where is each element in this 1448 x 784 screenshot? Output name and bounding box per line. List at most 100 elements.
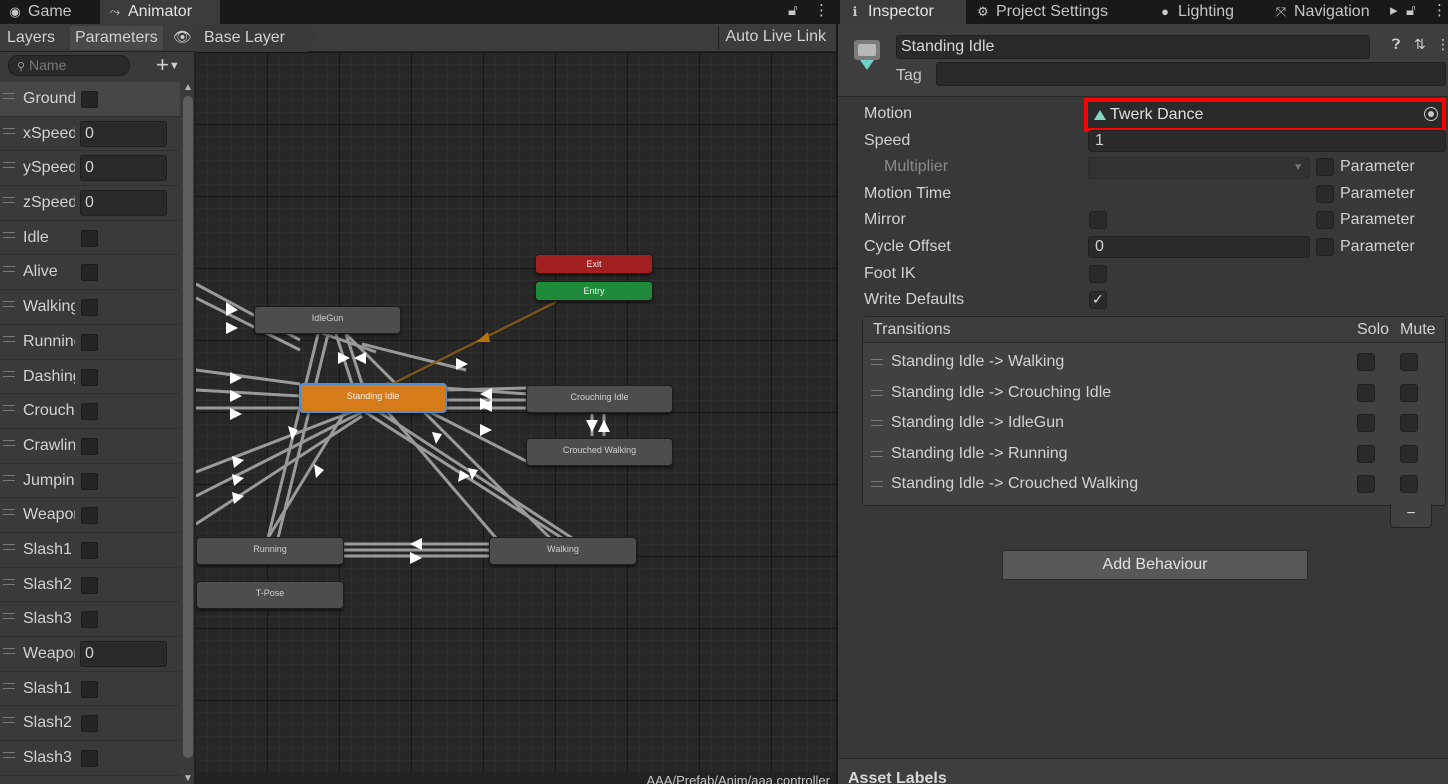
entry-state[interactable]: Entry <box>535 281 653 301</box>
parameter-name[interactable]: Slash2 <box>23 568 75 602</box>
parameter-bool-checkbox[interactable] <box>81 541 98 559</box>
parameter-bool-checkbox[interactable] <box>81 229 98 247</box>
drag-handle-icon[interactable] <box>3 543 15 550</box>
mirror-checkbox[interactable] <box>1089 211 1107 229</box>
add-parameter-button[interactable]: +▼ <box>156 52 180 78</box>
parameter-row[interactable]: Slash1 <box>0 533 180 568</box>
parameter-float-field[interactable]: 0 <box>80 120 167 147</box>
exit-state[interactable]: Exit <box>535 254 653 274</box>
help-icon[interactable]: ❓︎ <box>1392 36 1400 53</box>
drag-handle-icon[interactable] <box>3 93 15 99</box>
parameter-bool-checkbox[interactable] <box>81 715 98 733</box>
lock-icon[interactable]: 🔓︎ <box>1406 0 1416 24</box>
solo-checkbox[interactable] <box>1357 383 1375 402</box>
parameter-name[interactable]: Running <box>23 325 75 359</box>
drag-handle-icon[interactable] <box>3 474 15 481</box>
parameter-name[interactable]: Slash1 <box>23 672 75 706</box>
solo-checkbox[interactable] <box>1357 444 1375 463</box>
breadcrumb[interactable]: Base Layer <box>196 24 318 52</box>
drag-handle-icon[interactable] <box>3 717 15 724</box>
state-machine-graph[interactable]: Exit Entry IdleGun Standing Idle Crouchi… <box>196 52 836 772</box>
parameter-name[interactable]: Slash2 <box>23 706 75 740</box>
parameter-bool-checkbox[interactable] <box>81 368 98 386</box>
parameter-name[interactable]: Weapon <box>23 637 75 671</box>
parameters-tab[interactable]: Parameters <box>70 26 163 50</box>
more-menu-icon[interactable]: ⋮ <box>1436 36 1448 53</box>
transition-row[interactable]: Standing Idle -> IdleGun <box>863 408 1445 438</box>
parameter-name[interactable]: Ground <box>23 82 75 116</box>
tab-lighting[interactable]: ● Lighting <box>1150 0 1260 24</box>
parameter-name[interactable]: Slash3 <box>23 602 75 636</box>
tab-navigation[interactable]: ⤧ Navigation <box>1266 0 1390 24</box>
state-name-field[interactable]: Standing Idle <box>896 35 1370 59</box>
parameter-row[interactable]: Alive <box>0 255 180 291</box>
mute-checkbox[interactable] <box>1400 444 1418 463</box>
drag-handle-icon[interactable] <box>3 613 15 620</box>
parameter-row[interactable]: Weapon0 <box>0 637 180 672</box>
parameter-name[interactable]: Walking <box>23 290 75 324</box>
parameter-name[interactable]: Crawling <box>23 429 75 463</box>
parameter-bool-checkbox[interactable] <box>81 403 98 421</box>
parameter-name[interactable]: Slash3 <box>23 741 75 775</box>
drag-handle-icon[interactable] <box>3 405 15 412</box>
parameter-bool-checkbox[interactable] <box>81 437 98 455</box>
parameter-bool-checkbox[interactable] <box>81 472 98 490</box>
transition-row[interactable]: Standing Idle -> Crouched Walking <box>863 469 1445 499</box>
crouched-walking-state[interactable]: Crouched Walking <box>526 438 673 466</box>
multiplier-parameter-checkbox[interactable] <box>1316 158 1334 176</box>
drag-handle-icon[interactable] <box>3 127 15 134</box>
tab-overflow-icon[interactable]: ▸ <box>1390 0 1398 24</box>
mute-checkbox[interactable] <box>1400 353 1418 371</box>
drag-handle-icon[interactable] <box>3 439 15 446</box>
transition-row[interactable]: Standing Idle -> Crouching Idle <box>863 378 1445 408</box>
parameter-row[interactable]: Slash2 <box>0 706 180 742</box>
scroll-up-icon[interactable]: ▲ <box>183 82 193 93</box>
parameter-name[interactable]: xSpeed <box>23 117 75 151</box>
mute-checkbox[interactable] <box>1400 414 1418 433</box>
parameter-bool-checkbox[interactable] <box>81 576 98 594</box>
drag-handle-icon[interactable] <box>3 231 15 238</box>
standing-idle-state[interactable]: Standing Idle <box>299 383 447 413</box>
auto-live-link-button[interactable]: Auto Live Link <box>718 26 832 50</box>
parameter-name[interactable]: Crouching <box>23 394 75 428</box>
cycle-offset-field[interactable]: 0 <box>1088 236 1310 258</box>
parameter-name[interactable]: Jumping <box>23 464 75 498</box>
mute-checkbox[interactable] <box>1400 383 1418 402</box>
parameter-row[interactable]: Crawling <box>0 429 180 464</box>
solo-checkbox[interactable] <box>1357 414 1375 433</box>
parameter-row[interactable]: Crouching <box>0 394 180 429</box>
parameter-scrollbar[interactable]: ▲ ▼ <box>182 82 194 784</box>
drag-handle-icon[interactable] <box>3 197 15 204</box>
drag-handle-icon[interactable] <box>871 481 883 488</box>
tab-project-settings[interactable]: ⚙︎ Project Settings <box>968 0 1128 24</box>
drag-handle-icon[interactable] <box>871 450 883 457</box>
parameter-row[interactable]: Slash3 <box>0 602 180 637</box>
parameter-name[interactable]: Dashing <box>23 360 75 394</box>
parameter-bool-checkbox[interactable] <box>81 750 98 768</box>
parameter-name[interactable]: zSpeed <box>23 186 75 220</box>
drag-handle-icon[interactable] <box>3 335 15 342</box>
parameter-row[interactable]: ySpeed 0 <box>0 151 180 187</box>
foot-ik-checkbox[interactable] <box>1089 265 1107 283</box>
drag-handle-icon[interactable] <box>3 162 15 169</box>
parameter-name[interactable]: Alive <box>23 255 75 289</box>
drag-handle-icon[interactable] <box>3 509 15 516</box>
parameter-name[interactable]: Idle <box>23 221 75 255</box>
parameter-row[interactable]: Running <box>0 325 180 360</box>
t-pose-state[interactable]: T-Pose <box>196 581 344 609</box>
drag-handle-icon[interactable] <box>3 578 15 585</box>
solo-checkbox[interactable] <box>1357 353 1375 371</box>
parameter-float-field[interactable]: 0 <box>80 190 167 217</box>
parameter-bool-checkbox[interactable] <box>81 680 98 698</box>
drag-handle-icon[interactable] <box>3 266 15 273</box>
parameter-row[interactable]: Idle <box>0 221 180 256</box>
parameter-row[interactable]: Slash3 <box>0 741 180 776</box>
solo-checkbox[interactable] <box>1357 475 1375 494</box>
transition-row[interactable]: Standing Idle -> Walking <box>863 347 1445 377</box>
mute-checkbox[interactable] <box>1400 475 1418 494</box>
parameter-float-field[interactable]: 0 <box>80 641 167 667</box>
add-behaviour-button[interactable]: Add Behaviour <box>1002 550 1308 580</box>
parameter-bool-checkbox[interactable] <box>81 299 98 317</box>
transition-row[interactable]: Standing Idle -> Running <box>863 439 1445 469</box>
scroll-down-icon[interactable]: ▼ <box>183 773 193 784</box>
